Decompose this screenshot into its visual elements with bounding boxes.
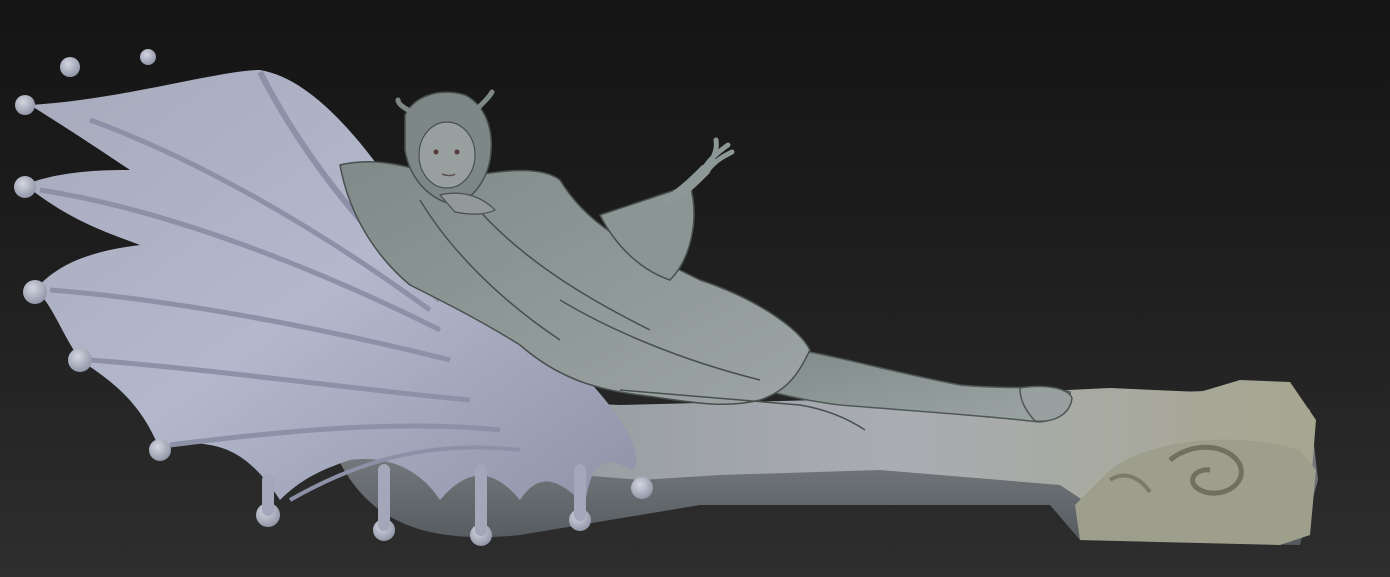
figure-horn-right <box>475 89 495 111</box>
wing-drip <box>60 57 80 77</box>
figure-eye-left <box>433 149 439 155</box>
sculpt-canvas <box>14 49 1318 546</box>
wing-drip <box>14 176 36 198</box>
wing-drip <box>23 280 47 304</box>
figure-eye-right <box>454 149 460 155</box>
figure-hand-raised <box>697 137 735 178</box>
wing-drip <box>140 49 156 65</box>
wing-drip <box>68 348 92 372</box>
figure-face <box>418 121 476 189</box>
3d-viewport[interactable] <box>0 0 1390 577</box>
figure-horn-left <box>395 97 415 115</box>
wing-drip <box>149 439 171 461</box>
wing-drip <box>15 95 35 115</box>
wing-drip <box>631 477 653 499</box>
